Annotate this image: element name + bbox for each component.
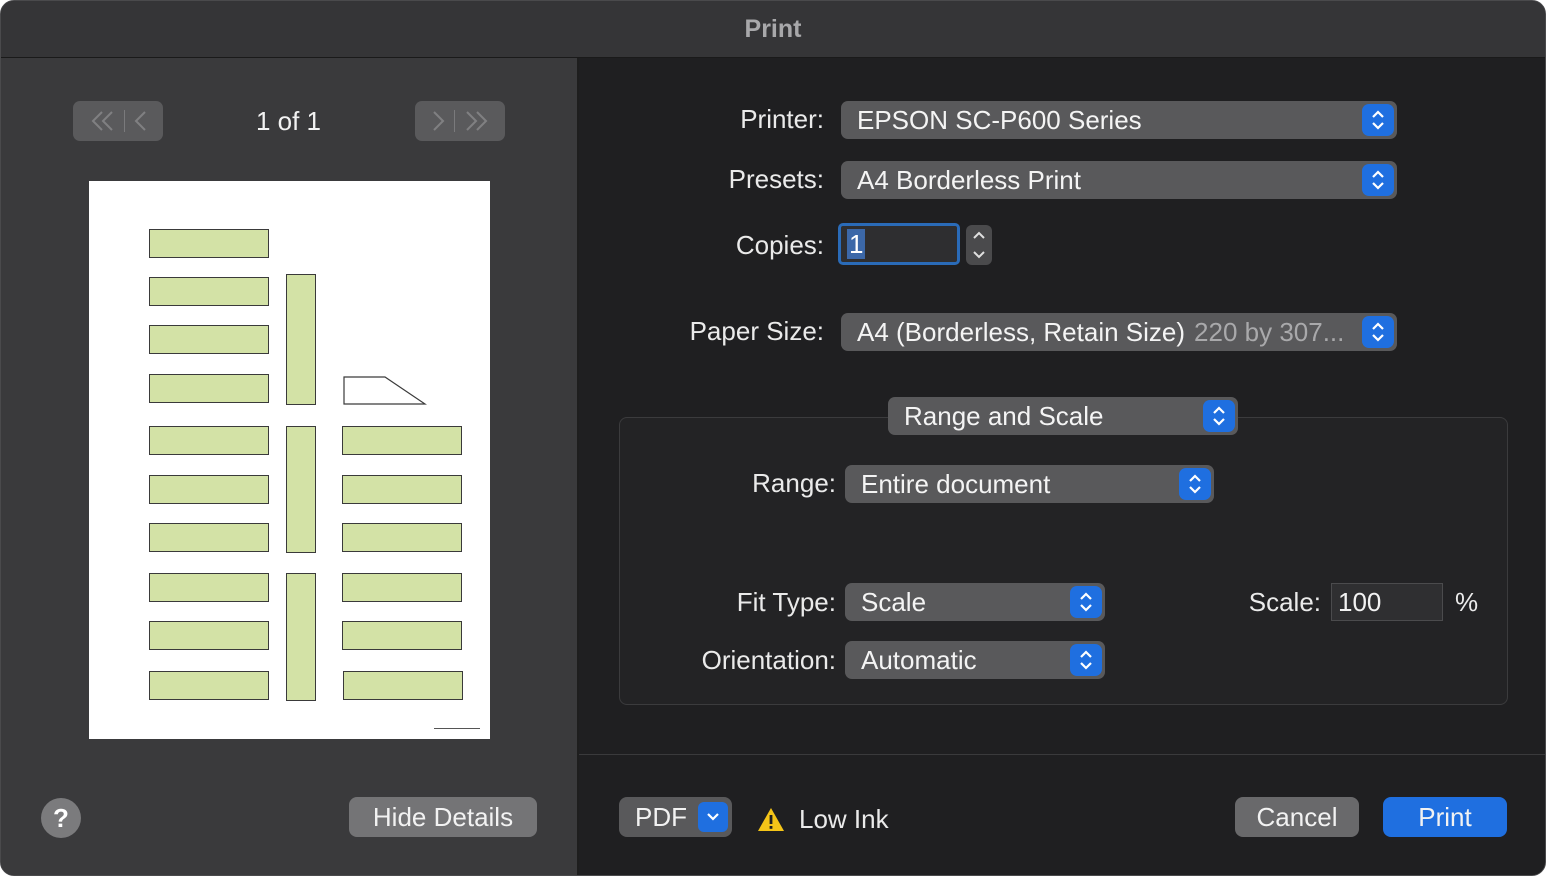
preview-block (149, 573, 269, 602)
chevron-up-icon[interactable] (972, 230, 986, 240)
preview-block (149, 426, 269, 455)
hide-details-button[interactable]: Hide Details (349, 797, 537, 837)
scale-label: Scale: (1248, 587, 1321, 617)
copies-stepper[interactable] (966, 225, 992, 265)
preview-block (286, 274, 316, 405)
orientation-value: Automatic (861, 644, 977, 675)
copies-label: Copies: (735, 230, 824, 260)
orientation-label: Orientation: (701, 645, 836, 675)
pdf-menu-button[interactable]: PDF (619, 797, 732, 837)
preview-block (149, 374, 269, 403)
settings-pane: Printer: EPSON SC-P600 Series Presets: A… (579, 58, 1545, 875)
copies-value: 1 (847, 229, 866, 259)
paper-size-value: A4 (Borderless, Retain Size) (857, 316, 1186, 347)
preview-block (342, 475, 462, 504)
fit-type-value: Scale (861, 586, 927, 617)
orientation-popup[interactable]: Automatic (845, 641, 1105, 679)
paper-size-detail: 220 by 307... (1194, 316, 1345, 347)
paper-size-label: Paper Size: (689, 316, 824, 346)
fit-type-popup[interactable]: Scale (845, 583, 1105, 621)
chevron-right-icon[interactable] (432, 110, 446, 132)
preview-shape (343, 376, 427, 405)
range-value: Entire document (861, 468, 1051, 499)
next-page-buttons[interactable] (415, 101, 505, 141)
up-down-chevron-icon (1362, 316, 1394, 348)
preview-block (149, 523, 269, 552)
up-down-chevron-icon (1179, 468, 1211, 500)
up-down-chevron-icon (1070, 644, 1102, 676)
presets-label: Presets: (728, 164, 824, 194)
preview-block (149, 621, 269, 650)
dialog-title: Print (1, 1, 1545, 58)
footer-divider (579, 754, 1545, 755)
presets-popup[interactable]: A4 Borderless Print (841, 161, 1397, 199)
range-popup[interactable]: Entire document (845, 465, 1214, 503)
section-value: Range and Scale (904, 400, 1104, 431)
printer-label: Printer: (740, 104, 824, 134)
preview-block (343, 671, 463, 700)
scale-input[interactable]: 100 (1331, 583, 1443, 621)
copies-field[interactable]: 1 (838, 223, 960, 265)
preview-block (286, 573, 316, 701)
chevron-down-icon[interactable] (972, 250, 986, 260)
preview-block (149, 325, 269, 354)
warning-text: Low Ink (799, 804, 889, 834)
up-down-chevron-icon (1070, 586, 1102, 618)
preview-block (149, 671, 269, 700)
chevron-down-icon (698, 802, 728, 832)
preview-block (342, 621, 462, 650)
scale-unit: % (1455, 587, 1479, 617)
fit-type-label: Fit Type: (736, 587, 836, 617)
range-label: Range: (752, 468, 836, 498)
page-preview (89, 181, 490, 739)
printer-value: EPSON SC-P600 Series (857, 104, 1142, 135)
help-button[interactable]: ? (41, 798, 81, 838)
presets-value: A4 Borderless Print (857, 164, 1081, 195)
printer-popup[interactable]: EPSON SC-P600 Series (841, 101, 1397, 139)
up-down-chevron-icon (1362, 164, 1394, 196)
preview-block (342, 426, 462, 455)
preview-block (342, 573, 462, 602)
section-popup[interactable]: Range and Scale (888, 397, 1238, 435)
preview-pane: 1 of 1 ? Hide Details (1, 58, 579, 875)
warning-triangle-icon (758, 807, 784, 831)
previous-page-buttons[interactable] (73, 101, 163, 141)
print-dialog: Print 1 of 1 ? Hide Details Printer: EPS… (0, 0, 1546, 876)
preview-block (149, 475, 269, 504)
up-down-chevron-icon (1362, 104, 1394, 136)
chevron-left-icon[interactable] (133, 110, 147, 132)
preview-block (149, 277, 269, 306)
print-button[interactable]: Print (1383, 797, 1507, 837)
page-counter: 1 of 1 (255, 105, 322, 136)
paper-size-popup[interactable]: A4 (Borderless, Retain Size) 220 by 307.… (841, 313, 1397, 351)
cancel-button[interactable]: Cancel (1235, 797, 1359, 837)
preview-block (342, 523, 462, 552)
up-down-chevron-icon (1203, 400, 1235, 432)
double-chevron-right-icon[interactable] (463, 110, 489, 132)
preview-block (286, 426, 316, 553)
preview-footer-line (434, 728, 480, 729)
pdf-label: PDF (635, 801, 687, 832)
double-chevron-left-icon[interactable] (90, 110, 116, 132)
low-ink-warning: Low Ink (757, 804, 889, 835)
preview-block (149, 229, 269, 258)
